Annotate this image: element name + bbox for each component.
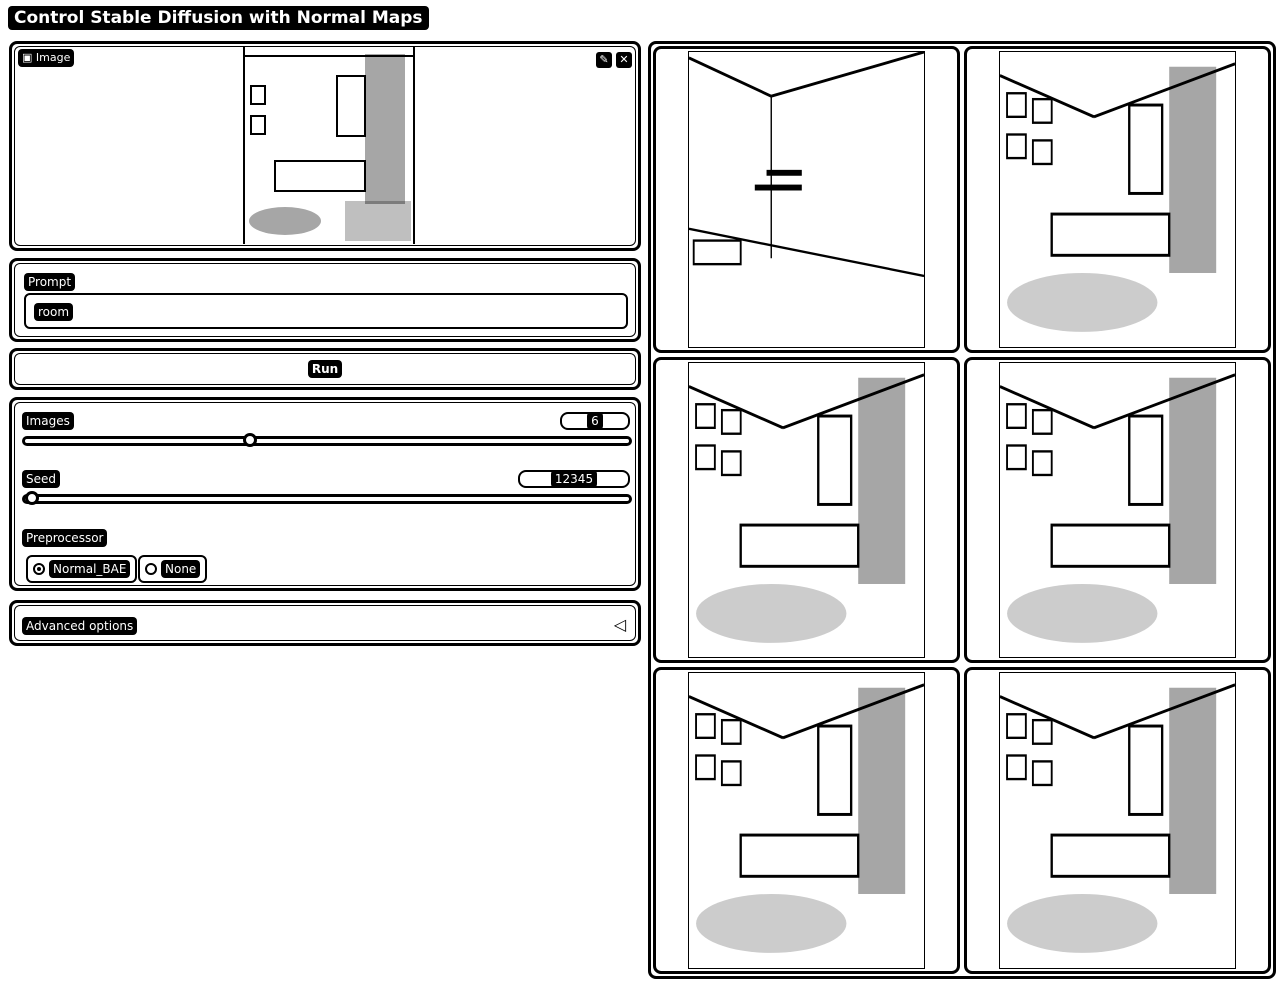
edit-icon[interactable]: ✎: [596, 52, 612, 68]
prompt-input[interactable]: room: [24, 293, 628, 329]
gallery-item[interactable]: [653, 46, 960, 353]
normal-map-image: [688, 51, 925, 348]
generated-image: [999, 672, 1236, 969]
prompt-panel: Prompt room: [9, 258, 641, 342]
gallery-item[interactable]: [653, 667, 960, 974]
gallery-item[interactable]: [964, 356, 1271, 664]
preprocessor-label: Preprocessor: [22, 529, 108, 547]
run-button[interactable]: Run: [9, 348, 641, 390]
seed-slider-thumb[interactable]: [25, 491, 39, 505]
advanced-options-label: Advanced options: [22, 617, 138, 635]
gallery-item[interactable]: [964, 667, 1271, 974]
image-icon: ▣: [22, 51, 33, 64]
image-label: ▣ Image: [18, 49, 75, 67]
page-title: Control Stable Diffusion with Normal Map…: [8, 6, 429, 30]
radio-selected-icon: [33, 563, 45, 575]
gallery-item[interactable]: [964, 46, 1271, 353]
image-input-panel[interactable]: ▣ Image ✎ ✕: [9, 41, 641, 251]
generated-image: [999, 51, 1236, 348]
radio-normal-bae-label: Normal_BAE: [49, 560, 131, 578]
input-image-preview: [243, 46, 415, 244]
advanced-options-accordion[interactable]: Advanced options ◁: [9, 600, 641, 646]
radio-none-label: None: [161, 560, 201, 578]
image-toolbar: ✎ ✕: [596, 52, 632, 68]
generated-image: [688, 672, 925, 969]
images-label: Images: [22, 412, 74, 430]
images-value: 6: [587, 412, 603, 430]
run-label: Run: [307, 360, 343, 378]
gallery-item[interactable]: [653, 356, 960, 664]
seed-number-input[interactable]: 12345: [518, 470, 630, 488]
close-icon[interactable]: ✕: [616, 52, 632, 68]
generated-image: [999, 361, 1236, 659]
seed-slider[interactable]: [22, 491, 632, 505]
seed-label: Seed: [22, 470, 60, 488]
images-slider[interactable]: [22, 433, 632, 447]
radio-normal-bae[interactable]: Normal_BAE: [26, 555, 138, 583]
settings-panel: Images 6 Seed 12345 Preprocessor Normal_…: [9, 397, 641, 591]
images-number-input[interactable]: 6: [560, 412, 630, 430]
output-gallery: [648, 41, 1276, 979]
prompt-value: room: [34, 303, 74, 321]
generated-image: [688, 361, 925, 659]
triangle-left-icon: ◁: [613, 615, 626, 634]
images-slider-thumb[interactable]: [243, 433, 257, 447]
seed-value: 12345: [550, 470, 598, 488]
radio-unselected-icon: [145, 563, 157, 575]
radio-none[interactable]: None: [138, 555, 208, 583]
prompt-label: Prompt: [24, 273, 76, 291]
